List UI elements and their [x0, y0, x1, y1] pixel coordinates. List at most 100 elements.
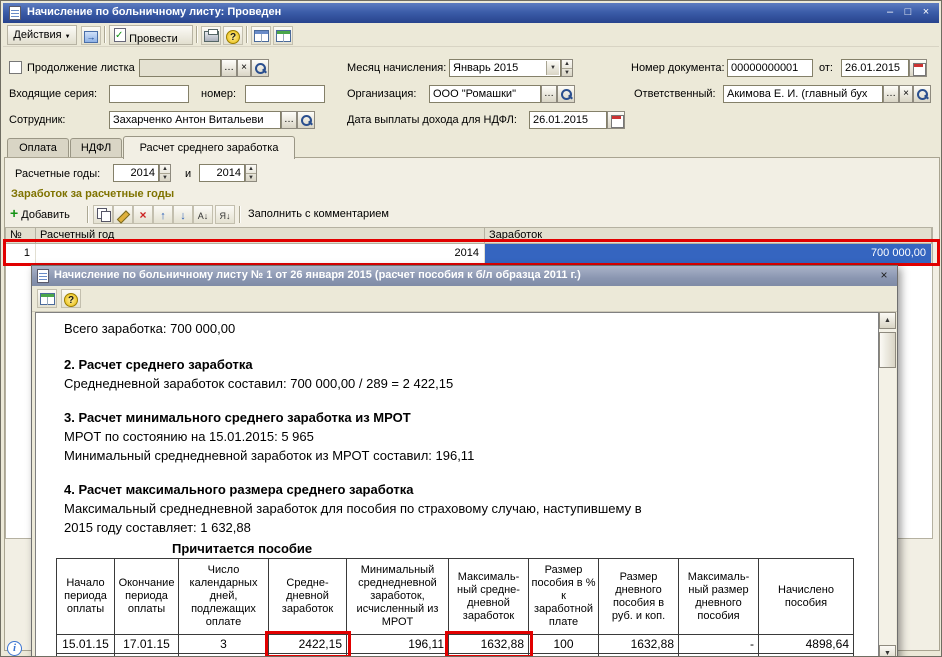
continuation-choose-button[interactable]: …	[221, 59, 237, 77]
vertical-scrollbar[interactable]: ▲ ▼	[879, 312, 896, 657]
continuation-checkbox[interactable]	[9, 61, 22, 74]
tab-payment[interactable]: Оплата	[7, 138, 69, 158]
employee-field[interactable]: Захарченко Антон Витальеви	[109, 111, 281, 129]
benefit-cell-max-earnings: 1632,88	[449, 635, 529, 654]
app-window: Начисление по больничному листу: Проведе…	[0, 0, 942, 657]
spin-up-icon[interactable]: ▲	[160, 165, 170, 173]
benefit-data-row: 18.01.15 24.01.15 7 2422,15 196,11 1632,…	[57, 654, 854, 657]
move-down-button[interactable]: ↓	[173, 205, 193, 224]
toolbar-separator	[196, 26, 198, 43]
edit-row-button[interactable]	[113, 205, 133, 224]
doc-date-calendar-button[interactable]	[909, 59, 927, 77]
spin-down-icon[interactable]: ▼	[562, 68, 572, 76]
tab-ndfl[interactable]: НДФЛ	[70, 138, 122, 158]
benefit-cell: 1632,88	[599, 654, 679, 657]
tab-average-earnings[interactable]: Расчет среднего заработка	[123, 136, 295, 159]
col-header-earnings[interactable]: Заработок	[485, 228, 932, 244]
series-field[interactable]	[109, 85, 189, 103]
magnifier-icon	[560, 88, 573, 101]
continuation-label: Продолжение листка	[27, 62, 135, 74]
responsible-open-button[interactable]	[913, 85, 931, 103]
sort-asc-icon: А↓	[198, 208, 209, 224]
plus-icon: +	[10, 205, 18, 221]
main-toolbar: Действия ▼ → ✓ Провести ?	[3, 23, 939, 47]
sort-asc-button[interactable]: А↓	[193, 205, 213, 224]
org-field[interactable]: ООО "Ромашки"	[429, 85, 541, 103]
structure-button[interactable]	[251, 26, 271, 45]
year-from-spinner[interactable]: ▲ ▼	[159, 164, 171, 182]
ndfl-date-calendar-button[interactable]	[607, 111, 625, 129]
delete-row-button[interactable]: ×	[133, 205, 153, 224]
section-title: Заработок за расчетные годы	[11, 188, 174, 200]
spin-down-icon[interactable]: ▼	[246, 173, 256, 181]
benefit-data-row: 15.01.15 17.01.15 3 2422,15 196,11 1632,…	[57, 635, 854, 654]
org-open-button[interactable]	[557, 85, 575, 103]
employee-choose-button[interactable]: …	[281, 111, 297, 129]
help-button[interactable]: ?	[223, 26, 243, 45]
settings-view-button[interactable]	[273, 26, 293, 45]
calc-close-button[interactable]: ×	[875, 268, 893, 284]
report-settings-button[interactable]	[37, 289, 57, 308]
doc-date-field[interactable]: 26.01.2015	[841, 59, 909, 77]
continuation-field[interactable]	[139, 59, 221, 77]
copy-icon	[97, 208, 110, 221]
col-header-num[interactable]: №	[6, 228, 36, 244]
row-cell-num[interactable]: 1	[6, 244, 36, 264]
docnum-field[interactable]: 00000000001	[727, 59, 813, 77]
post-button[interactable]: ✓ Провести	[109, 25, 193, 45]
maximize-button[interactable]: □	[899, 5, 917, 21]
report-mrot-line2: Минимальный среднедневной заработок из М…	[64, 448, 474, 463]
go-button[interactable]: →	[81, 26, 101, 45]
year-from-field[interactable]: 2014	[113, 164, 159, 182]
row-cell-earnings[interactable]: 700 000,00	[485, 244, 932, 264]
responsible-field[interactable]: Акимова Е. И. (главный бух	[723, 85, 883, 103]
scrollbar-thumb[interactable]	[879, 332, 896, 368]
ndfl-date-field[interactable]: 26.01.2015	[529, 111, 607, 129]
spin-up-icon[interactable]: ▲	[246, 165, 256, 173]
responsible-choose-button[interactable]: …	[883, 85, 899, 103]
actions-label: Действия	[13, 29, 61, 41]
document-icon	[9, 6, 21, 20]
copy-row-button[interactable]	[93, 205, 113, 224]
close-button[interactable]: ×	[917, 5, 935, 21]
spin-up-icon[interactable]: ▲	[562, 60, 572, 68]
number-field[interactable]	[245, 85, 325, 103]
year-to-field[interactable]: 2014	[199, 164, 245, 182]
benefit-cell-avg-earnings: 2422,15	[269, 635, 347, 654]
row-cell-year[interactable]: 2014	[36, 244, 485, 264]
month-spinner[interactable]: ▲ ▼	[561, 59, 573, 77]
benefit-table: Начало периода оплаты Окончание периода …	[56, 558, 854, 657]
benefit-cell: 4898,64	[759, 635, 854, 654]
continuation-clear-button[interactable]: ×	[237, 59, 251, 77]
report-total-line: Всего заработка: 700 000,00	[64, 321, 235, 336]
benefit-header: Размер пособия в % к заработной плате	[529, 559, 599, 635]
benefit-cell: 18.01.15	[57, 654, 115, 657]
month-dropdown-icon[interactable]: ▼	[546, 61, 559, 75]
month-combo[interactable]: Январь 2015 ▼	[449, 59, 561, 77]
employee-open-button[interactable]	[297, 111, 315, 129]
col-header-year[interactable]: Расчетный год	[36, 228, 485, 244]
fill-with-comment-button[interactable]: Заполнить с комментарием	[247, 204, 397, 224]
spin-down-icon[interactable]: ▼	[160, 173, 170, 181]
scroll-down-button[interactable]: ▼	[879, 645, 896, 657]
year-to-spinner[interactable]: ▲ ▼	[245, 164, 257, 182]
scroll-up-button[interactable]: ▲	[879, 312, 896, 329]
magnifier-icon	[916, 88, 929, 101]
arrow-down-icon: ↓	[180, 208, 186, 224]
sort-desc-button[interactable]: Я↓	[215, 205, 235, 224]
benefit-cell: 15.01.15	[57, 635, 115, 654]
print-button[interactable]	[201, 26, 221, 45]
series-label: Входящие серия:	[9, 88, 97, 100]
add-row-button[interactable]: + Добавить	[9, 204, 83, 224]
calc-help-button[interactable]: ?	[61, 289, 81, 308]
continuation-open-button[interactable]	[251, 59, 269, 77]
benefit-header: Окончание периода оплаты	[115, 559, 179, 635]
calc-title-bar: Начисление по больничному листу № 1 от 2…	[32, 266, 897, 286]
actions-menu-button[interactable]: Действия ▼	[7, 25, 77, 45]
responsible-clear-button[interactable]: ×	[899, 85, 913, 103]
benefit-cell: -	[679, 635, 759, 654]
report-heading-4: 4. Расчет максимального размера среднего…	[64, 482, 413, 497]
org-choose-button[interactable]: …	[541, 85, 557, 103]
move-up-button[interactable]: ↑	[153, 205, 173, 224]
minimize-button[interactable]: –	[881, 5, 899, 21]
